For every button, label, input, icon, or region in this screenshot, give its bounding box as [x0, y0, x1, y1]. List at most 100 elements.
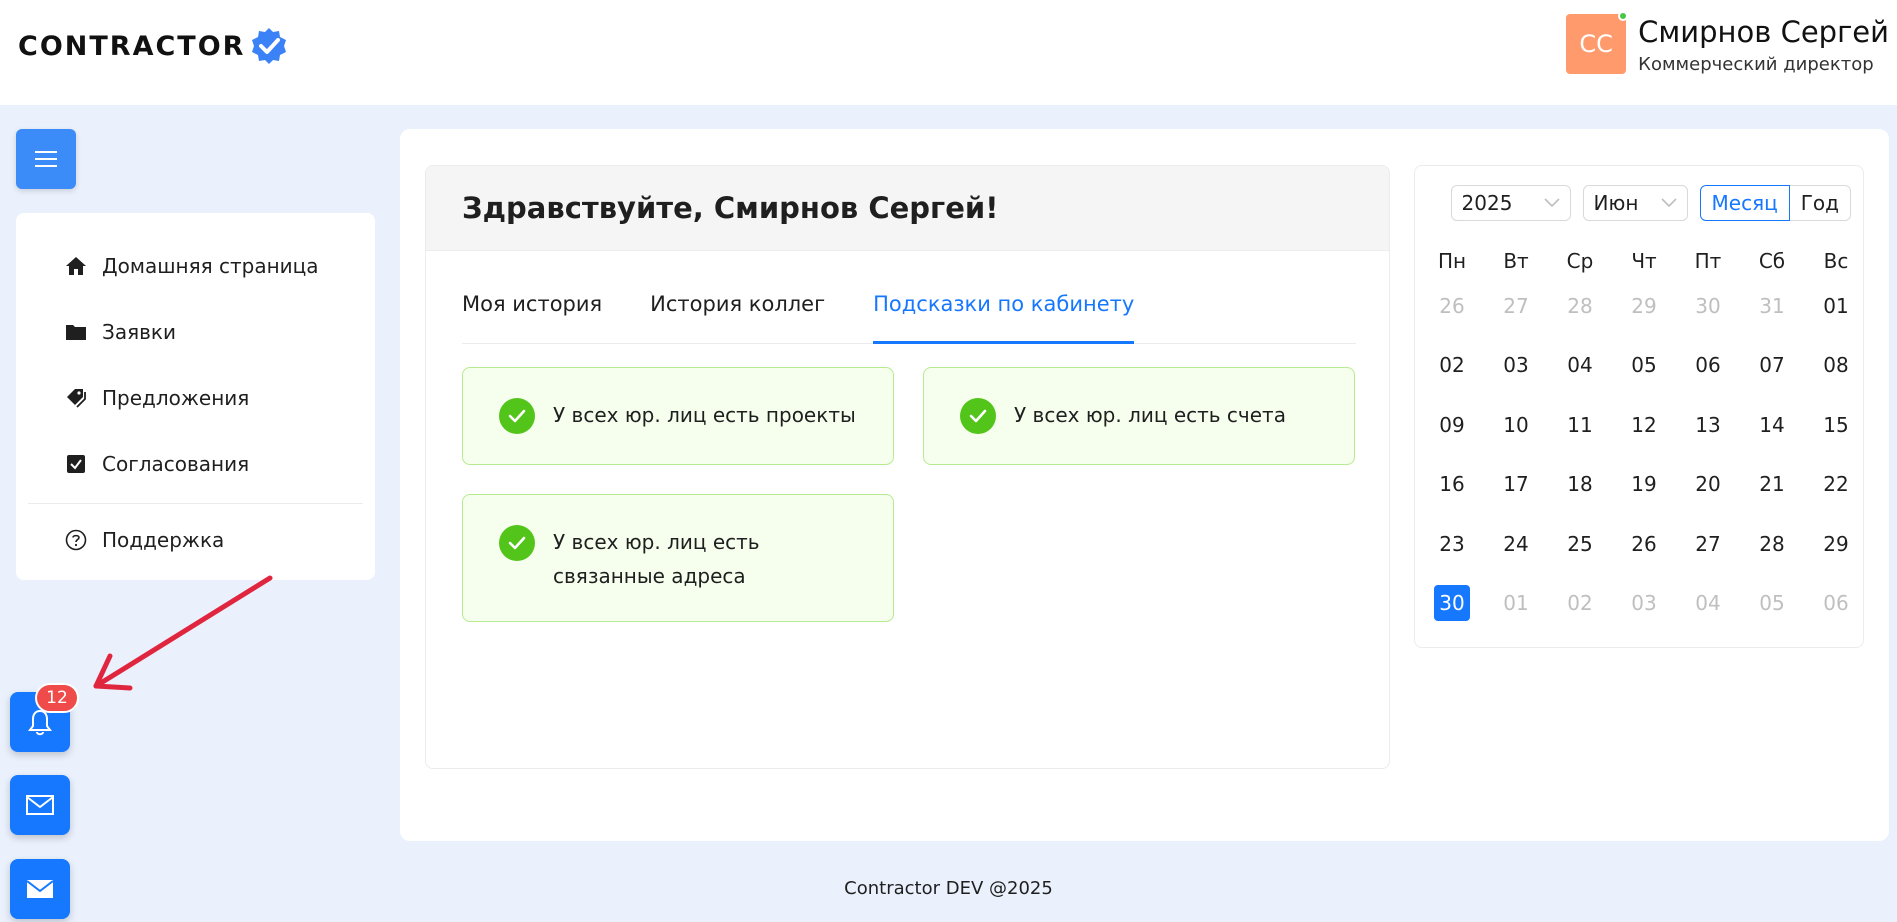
calendar-day[interactable]: 05 [1612, 347, 1676, 383]
sidebar-nav: Домашняя страница Заявки Предложения Сог… [16, 213, 375, 580]
chevron-down-icon [1543, 198, 1560, 208]
calendar-mode-switch: Месяц Год [1699, 185, 1851, 221]
calendar-day[interactable]: 03 [1484, 347, 1548, 383]
calendar-day[interactable]: 06 [1676, 347, 1740, 383]
calendar-day-number: 23 [1439, 531, 1465, 556]
hint-card: У всех юр. лиц есть счета [923, 367, 1355, 465]
calendar-day[interactable]: 08 [1804, 347, 1868, 383]
calendar-day[interactable]: 21 [1740, 466, 1804, 502]
calendar-day-number: 09 [1439, 412, 1465, 437]
sidebar-item-requests[interactable]: Заявки [16, 299, 375, 365]
weekday-label: Ср [1566, 249, 1594, 273]
calendar-day[interactable]: 02 [1420, 347, 1484, 383]
folder-icon [64, 320, 88, 344]
calendar-day[interactable]: 05 [1740, 585, 1804, 621]
user-profile[interactable]: СС Смирнов Сергей Коммерческий директор [1566, 11, 1889, 75]
mode-year-button[interactable]: Год [1789, 185, 1851, 221]
calendar-day-number: 17 [1503, 472, 1529, 497]
check-circle-icon [499, 398, 535, 434]
mode-month-button[interactable]: Месяц [1699, 185, 1790, 221]
weekday-row: Пн Вт Ср Чт Пт Сб Вс [1420, 246, 1868, 276]
annotation-arrow [93, 575, 273, 691]
calendar-day-selected[interactable]: 30 [1420, 585, 1484, 622]
calendar-day[interactable]: 17 [1484, 466, 1548, 502]
check-circle-icon [960, 398, 996, 434]
year-select[interactable]: 2025 [1450, 185, 1571, 221]
calendar-day[interactable]: 14 [1740, 407, 1804, 443]
tab-colleagues-history[interactable]: История коллег [650, 286, 825, 344]
tab-my-history[interactable]: Моя история [462, 286, 602, 344]
calendar-day[interactable]: 03 [1612, 585, 1676, 621]
calendar-day[interactable]: 24 [1484, 526, 1548, 562]
calendar-day[interactable]: 28 [1740, 526, 1804, 562]
calendar-day[interactable]: 19 [1612, 466, 1676, 502]
calendar-day[interactable]: 18 [1548, 466, 1612, 502]
calendar-day-number: 20 [1695, 472, 1721, 497]
calendar-day[interactable]: 12 [1612, 407, 1676, 443]
calendar-day[interactable]: 04 [1548, 347, 1612, 383]
home-icon [64, 254, 88, 278]
tab-cabinet-hints[interactable]: Подсказки по кабинету [873, 286, 1135, 344]
calendar-day-number: 03 [1631, 591, 1657, 616]
sidebar-item-offers[interactable]: Предложения [16, 365, 375, 431]
calendar-day[interactable]: 09 [1420, 407, 1484, 443]
sidebar-item-label: Заявки [102, 320, 176, 344]
logo[interactable]: CONTRACTOR [18, 26, 289, 66]
calendar-day[interactable]: 11 [1548, 407, 1612, 443]
calendar-day[interactable]: 23 [1420, 526, 1484, 562]
calendar-day[interactable]: 30 [1676, 288, 1740, 324]
month-value: Июн [1593, 191, 1639, 215]
calendar-day[interactable]: 04 [1676, 585, 1740, 621]
weekday-label: Пн [1437, 249, 1467, 273]
messages-button[interactable] [10, 775, 70, 835]
weekday-label: Вт [1503, 249, 1529, 273]
calendar-day[interactable]: 28 [1548, 288, 1612, 324]
calendar-day[interactable]: 26 [1420, 288, 1484, 324]
calendar-day[interactable]: 27 [1676, 526, 1740, 562]
calendar-day-number: 15 [1823, 412, 1849, 437]
weekday-label: Вс [1823, 249, 1849, 273]
calendar-day[interactable]: 06 [1804, 585, 1868, 621]
calendar-day[interactable]: 07 [1740, 347, 1804, 383]
calendar-day[interactable]: 31 [1740, 288, 1804, 324]
calendar-day-number: 01 [1823, 293, 1849, 318]
calendar-week-row: 09 10 11 12 13 14 15 [1420, 395, 1868, 455]
calendar-day-number: 01 [1503, 591, 1529, 616]
footer-text: Contractor DEV @2025 [844, 878, 1053, 899]
calendar-day[interactable]: 29 [1612, 288, 1676, 324]
calendar-day-number: 16 [1439, 472, 1465, 497]
main-content: Здравствуйте, Смирнов Сергей! Моя истори… [400, 129, 1889, 841]
month-select[interactable]: Июн [1582, 185, 1688, 221]
calendar-day-number: 14 [1759, 412, 1785, 437]
calendar-day[interactable]: 01 [1804, 288, 1868, 324]
sidebar-item-approvals[interactable]: Согласования [16, 431, 375, 497]
calendar-day[interactable]: 10 [1484, 407, 1548, 443]
calendar-day-number: 10 [1503, 412, 1529, 437]
calendar-day-number: 19 [1631, 472, 1657, 497]
avatar[interactable]: СС [1566, 11, 1629, 74]
tabs: Моя история История коллег Подсказки по … [462, 286, 1356, 344]
sidebar-item-home[interactable]: Домашняя страница [16, 233, 375, 299]
calendar-day[interactable]: 20 [1676, 466, 1740, 502]
app-header: CONTRACTOR СС Смирнов Сергей Коммерчески… [0, 0, 1897, 105]
calendar-day[interactable]: 02 [1548, 585, 1612, 621]
calendar-day[interactable]: 26 [1612, 526, 1676, 562]
calendar-day[interactable]: 27 [1484, 288, 1548, 324]
calendar-day-number: 18 [1567, 472, 1593, 497]
calendar-day-number: 13 [1695, 412, 1721, 437]
calendar-day[interactable]: 29 [1804, 526, 1868, 562]
calendar-day-number: 02 [1567, 591, 1593, 616]
calendar-day-number: 21 [1759, 472, 1785, 497]
calendar-day[interactable]: 16 [1420, 466, 1484, 502]
calendar-day[interactable]: 25 [1548, 526, 1612, 562]
calendar-day[interactable]: 15 [1804, 407, 1868, 443]
calendar-day[interactable]: 22 [1804, 466, 1868, 502]
calendar-day[interactable]: 01 [1484, 585, 1548, 621]
calendar-day-number: 04 [1567, 353, 1593, 378]
sidebar-item-support[interactable]: Поддержка [16, 504, 375, 576]
calendar-day-number: 27 [1695, 531, 1721, 556]
menu-toggle-button[interactable] [16, 129, 76, 189]
calendar-day[interactable]: 13 [1676, 407, 1740, 443]
weekday-label: Сб [1758, 249, 1786, 273]
calendar-day-number: 22 [1823, 472, 1849, 497]
